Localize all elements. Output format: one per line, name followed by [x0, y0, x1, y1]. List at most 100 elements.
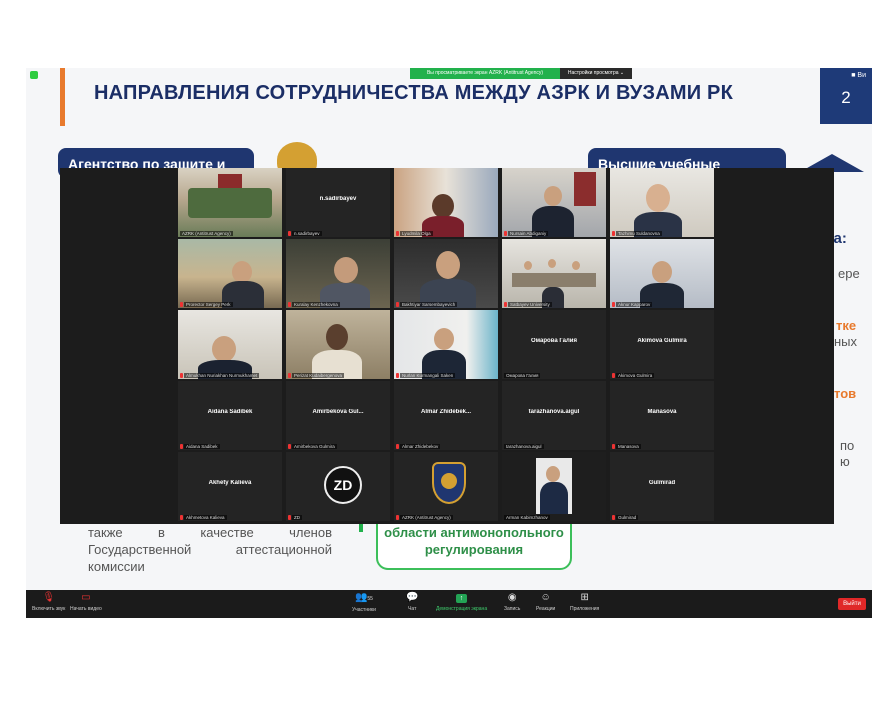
slide-number-box: ■ Ви 2 — [820, 68, 872, 124]
chat-label: Чат — [408, 606, 417, 612]
slide-number-caption: ■ Ви — [851, 72, 866, 79]
participant-tile[interactable]: AZRK (Antitrust Agency) — [394, 452, 498, 521]
muted-mic-icon — [180, 373, 183, 378]
leave-meeting-button[interactable]: Выйти — [838, 598, 866, 610]
muted-mic-icon — [612, 444, 615, 449]
participant-video — [286, 239, 390, 308]
reactions-label: Реакции — [536, 606, 556, 612]
zd-logo-icon: ZD — [324, 466, 362, 504]
participant-tile[interactable]: Nursain Abdiganiy — [502, 168, 606, 237]
participant-name: Akhmetova Kalieva — [184, 515, 227, 520]
chat-button[interactable]: 💬 Чат — [406, 592, 418, 612]
muted-mic-icon — [180, 444, 183, 449]
participant-tile[interactable]: Arman Kabimzhanov — [502, 452, 606, 521]
zoom-window: Вы просматриваете экран AZRK (Antitrust … — [26, 68, 872, 618]
participant-tile[interactable]: Amirbekova Gul... Amirbekova Gulmira — [286, 381, 390, 450]
participant-tile[interactable]: Akhety Kalieva Akhmetova Kalieva — [178, 452, 282, 521]
participant-tile[interactable]: Tazhimu Suldanovna — [610, 168, 714, 237]
participant-tile[interactable]: Satbayev University — [502, 239, 606, 308]
participant-tile[interactable]: Aknur Kapparov — [610, 239, 714, 308]
participant-tile[interactable]: Омарова Галия Омарова Галия — [502, 310, 606, 379]
participant-video — [394, 239, 498, 308]
participant-name: Akimova Gulmira — [616, 373, 655, 378]
muted-mic-icon — [288, 444, 291, 449]
participant-tile[interactable]: Bakhtiyar Sarsembayevich — [394, 239, 498, 308]
muted-mic-icon — [288, 515, 291, 520]
muted-mic-icon — [612, 373, 615, 378]
participant-tile[interactable]: Nurlan Kurmangali Saken — [394, 310, 498, 379]
participant-name: Almukhan Nuriakhan Nurmukhamet — [184, 373, 260, 378]
start-video-button[interactable]: ▭ Начать видео — [70, 592, 102, 612]
slide-green-box-line: области антимонопольного — [384, 525, 564, 540]
slide-text-fragment: тов — [834, 386, 857, 401]
share-indicator-icon[interactable] — [30, 71, 38, 79]
participant-display-name: Amirbekova Gul... — [312, 409, 364, 415]
share-status-bar: Вы просматриваете экран AZRK (Antitrust … — [410, 68, 560, 79]
participant-tile[interactable]: Aidana Sadibek Aidana Sadibek — [178, 381, 282, 450]
participant-tile[interactable]: Perizat Kudaibergenova — [286, 310, 390, 379]
muted-mic-icon: 🎙 — [42, 592, 56, 603]
unmute-button[interactable]: 🎙 Включить звук — [32, 592, 65, 612]
participant-tile[interactable]: Gulmirad Gulmirad — [610, 452, 714, 521]
participant-display-name: Manasova — [647, 409, 677, 415]
reactions-button[interactable]: ☺ Реакции — [536, 592, 555, 612]
participant-video — [286, 310, 390, 379]
participant-video — [178, 239, 282, 308]
participant-display-name: Akhety Kalieva — [208, 480, 252, 486]
share-screen-label: Демонстрация экрана — [436, 606, 488, 612]
muted-mic-icon — [396, 515, 399, 520]
participant-name: Nurlan Kurmangali Saken — [400, 373, 456, 378]
agency-emblem-icon — [432, 462, 466, 504]
participant-name: tarazhanova.aigul — [504, 444, 544, 449]
participants-button[interactable]: 👥55 Участники — [352, 592, 376, 613]
participant-tile[interactable]: Almar Zhidebek... Almar Zhidebekov — [394, 381, 498, 450]
participants-icon: 👥55 — [354, 592, 373, 603]
muted-mic-icon — [612, 231, 615, 236]
slide-body-line: комиссии — [88, 559, 145, 574]
muted-mic-icon — [396, 302, 399, 307]
view-options-button[interactable]: Настройки просмотра ⌄ — [560, 68, 632, 79]
share-screen-icon: ↑ — [456, 594, 468, 603]
participants-count: 55 — [367, 596, 373, 602]
muted-mic-icon — [504, 231, 507, 236]
slide-number: 2 — [841, 88, 851, 107]
participant-name: Manasova — [616, 444, 641, 449]
slide-text-fragment: ю — [840, 454, 850, 469]
participant-gallery: AZRK (Antitrust Agency) n.sadirbayev n.s… — [60, 168, 834, 524]
slide-body-line: также в качестве членов — [88, 525, 332, 540]
participant-video — [610, 239, 714, 308]
participant-display-name: Akimova Gulmira — [637, 338, 687, 344]
participant-tile[interactable]: Kuralay Kenzhekovna — [286, 239, 390, 308]
record-icon: ◉ — [507, 592, 517, 603]
participant-tile[interactable]: Lyudmila Olga — [394, 168, 498, 237]
record-button[interactable]: ◉ Запись — [504, 592, 520, 612]
slide-body-text: также в качестве членов Государственной … — [88, 524, 332, 575]
participant-tile[interactable]: Manasova Manasova — [610, 381, 714, 450]
participant-tile[interactable]: ZD ZD — [286, 452, 390, 521]
muted-mic-icon — [396, 231, 399, 236]
participant-tile[interactable]: Prorector Sergey Perk — [178, 239, 282, 308]
participant-tile[interactable]: tarazhanova.aigul tarazhanova.aigul — [502, 381, 606, 450]
participant-video — [394, 168, 498, 237]
slide-text-fragment: тке — [836, 318, 857, 333]
participant-tile[interactable]: Almukhan Nuriakhan Nurmukhamet — [178, 310, 282, 379]
participant-tile[interactable]: AZRK (Antitrust Agency) — [178, 168, 282, 237]
participant-video — [178, 310, 282, 379]
participant-name: Arman Kabimzhanov — [504, 515, 550, 520]
participant-video — [178, 168, 282, 237]
participant-name: Prorector Sergey Perk — [184, 302, 233, 307]
share-screen-button[interactable]: ↑ Демонстрация экрана — [436, 592, 487, 612]
participant-name: Bakhtiyar Sarsembayevich — [400, 302, 458, 307]
apps-button[interactable]: ⊞ Приложения — [570, 592, 599, 612]
participant-name: Almar Zhidebekov — [400, 444, 441, 449]
participant-name: Aidana Sadibek — [184, 444, 220, 449]
participant-name: Amirbekova Gulmira — [292, 444, 337, 449]
participant-display-name: n.sadirbayev — [319, 196, 357, 202]
muted-mic-icon — [180, 302, 183, 307]
participant-video — [610, 168, 714, 237]
slide-body-line: Государственной аттестационной — [88, 542, 332, 557]
muted-mic-icon — [396, 444, 399, 449]
participant-tile[interactable]: n.sadirbayev n.sadirbayev — [286, 168, 390, 237]
participant-tile[interactable]: Akimova Gulmira Akimova Gulmira — [610, 310, 714, 379]
participant-display-name: Gulmirad — [648, 480, 676, 486]
